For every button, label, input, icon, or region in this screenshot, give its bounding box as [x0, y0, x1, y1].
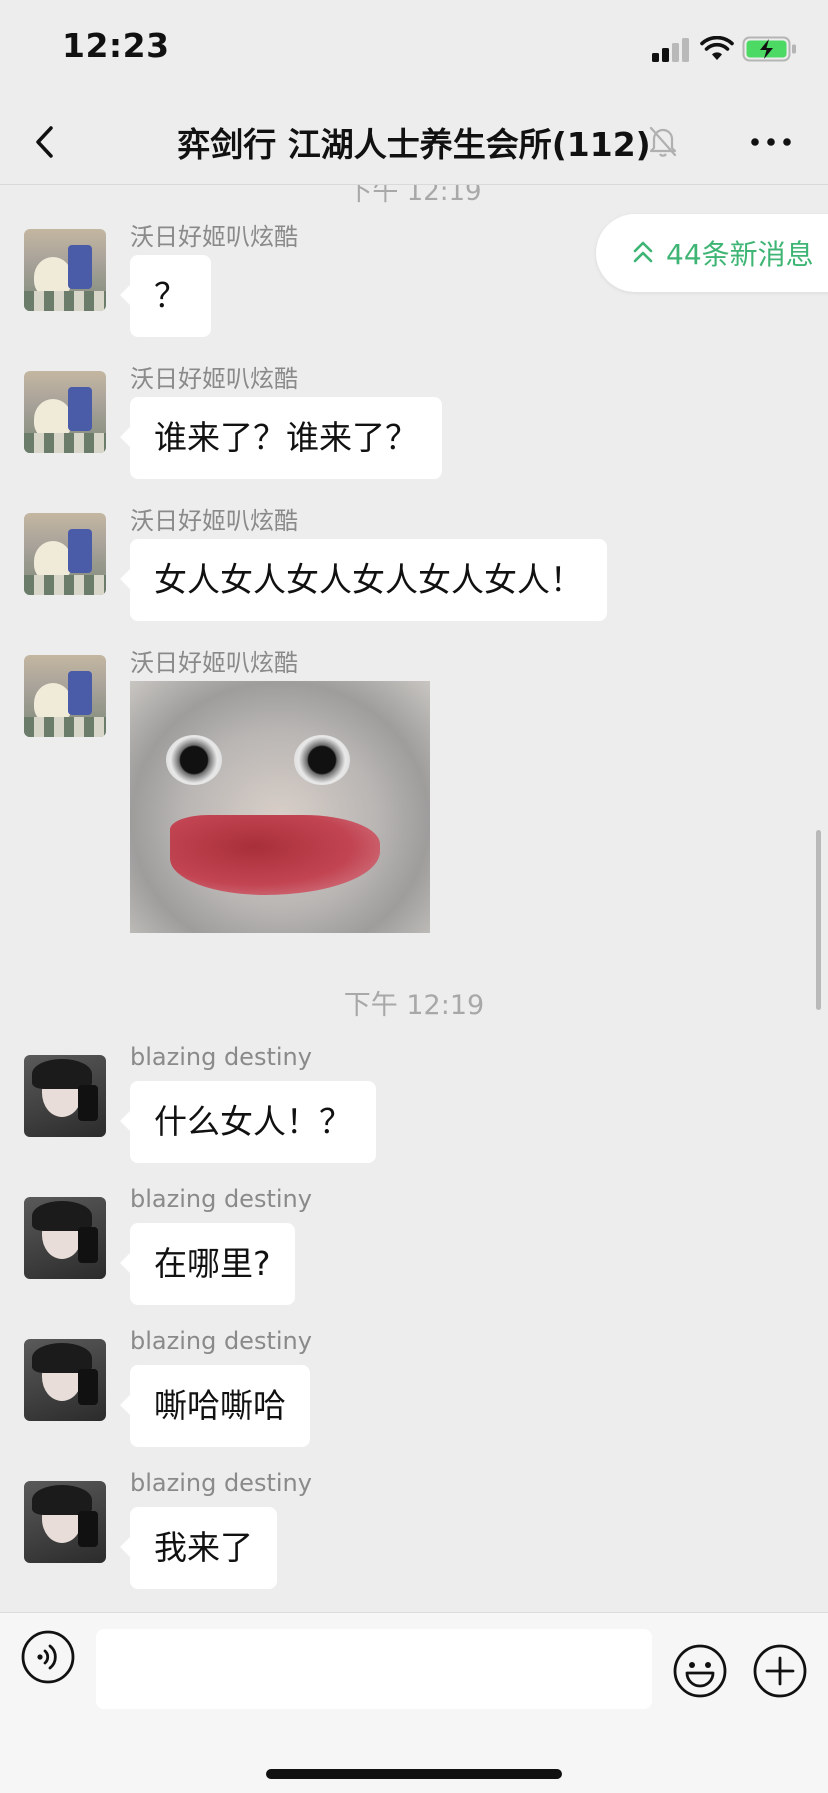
chat-message-list[interactable]: 下午 12:19 沃日好姬叭炫酷 ？ 沃日好姬叭炫酷 谁来了？谁来了？ 沃日好姬… — [0, 185, 828, 1610]
message-input[interactable] — [96, 1629, 652, 1709]
avatar[interactable] — [24, 229, 106, 311]
double-chevron-up-icon — [633, 241, 653, 263]
sender-name: 沃日好姬叭炫酷 — [130, 223, 298, 251]
avatar[interactable] — [24, 1197, 106, 1279]
wifi-icon — [700, 36, 734, 60]
chat-title: 弈剑行 江湖人士养生会所(112) — [177, 125, 651, 164]
mute-bell-icon — [649, 126, 677, 157]
avatar[interactable] — [24, 513, 106, 595]
new-messages-button[interactable]: 44条新消息 — [596, 214, 828, 292]
message-bubble[interactable]: 我来了 — [120, 1507, 277, 1589]
grinning-gecko-sticker[interactable] — [130, 681, 430, 933]
sender-name: blazing destiny — [130, 1043, 312, 1071]
message-bubble[interactable]: 什么女人！？ — [120, 1081, 376, 1163]
message-bubble[interactable]: ？ — [120, 255, 211, 337]
time-divider: 下午 12:19 — [343, 990, 485, 1021]
sender-name: blazing destiny — [130, 1185, 312, 1213]
message-bubble[interactable]: 嘶哈嘶哈 — [120, 1365, 310, 1447]
avatar[interactable] — [24, 1339, 106, 1421]
more-icon[interactable] — [750, 136, 792, 148]
sender-name: 沃日好姬叭炫酷 — [130, 365, 298, 393]
status-bar: 12:23 — [0, 0, 828, 100]
avatar[interactable] — [24, 1055, 106, 1137]
emoji-icon[interactable] — [672, 1643, 728, 1699]
input-bar — [0, 1612, 828, 1793]
message-bubble[interactable]: 谁来了？谁来了？ — [120, 397, 442, 479]
status-time: 12:23 — [62, 26, 170, 65]
sender-name: 沃日好姬叭炫酷 — [130, 649, 298, 677]
home-indicator — [266, 1769, 562, 1779]
plus-icon[interactable] — [752, 1643, 808, 1699]
new-messages-label: 44条新消息 — [666, 238, 814, 271]
signal-icon — [652, 38, 690, 62]
time-divider-partial: 下午 12:19 — [346, 185, 482, 207]
message-bubble[interactable]: 在哪里? — [120, 1223, 295, 1305]
sender-name: blazing destiny — [130, 1469, 312, 1497]
avatar[interactable] — [24, 1481, 106, 1563]
scroll-indicator[interactable] — [816, 830, 821, 1010]
avatar[interactable] — [24, 655, 106, 737]
voice-icon[interactable] — [20, 1629, 76, 1685]
avatar[interactable] — [24, 371, 106, 453]
sender-name: 沃日好姬叭炫酷 — [130, 507, 298, 535]
chat-header: 弈剑行 江湖人士养生会所(112) — [0, 100, 828, 185]
sender-name: blazing destiny — [130, 1327, 312, 1355]
message-bubble[interactable]: 女人女人女人女人女人女人！ — [120, 539, 607, 621]
battery-charging-icon — [742, 36, 796, 62]
